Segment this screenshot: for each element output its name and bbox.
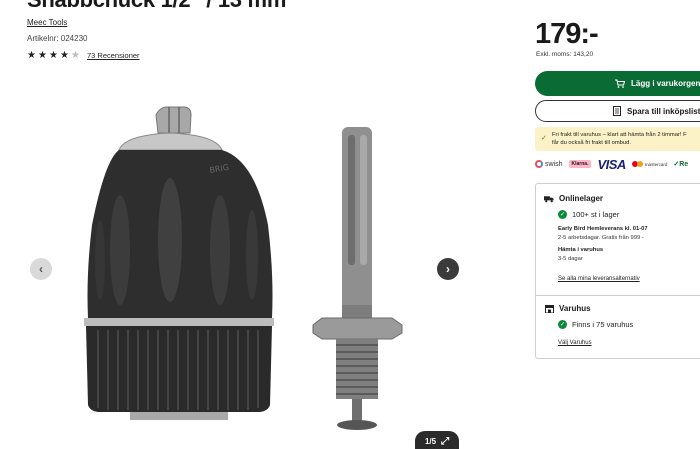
delivery-detail: 2-5 arbetsdagar. Gratis från 999 - (558, 235, 644, 241)
free-shipping-notice: ✓ Fri frakt till varuhus – klart att häm… (535, 127, 700, 151)
visa-logo: VISA (597, 156, 626, 172)
star-icon: ★ (27, 50, 36, 61)
check-icon: ✓ (558, 320, 567, 329)
product-title: Snabbchuck 1/2" / 13 mm (27, 0, 286, 13)
save-to-list-label: Spara till inköpslistan (627, 106, 700, 116)
gallery-counter-text: 1/5 (424, 436, 437, 446)
expand-icon: ⤢ (441, 435, 450, 447)
star-icon: ★ (60, 50, 69, 61)
mastercard-logo: mastercard (631, 161, 667, 167)
gallery-counter[interactable]: 1/5 ⤢ (415, 431, 459, 449)
payment-methods: swish Klarna. VISA mastercard ✓Re (535, 156, 689, 172)
brand-link[interactable]: Meec Tools (27, 18, 67, 27)
delivery-options-link[interactable]: Se alla mina leveransalternativ (558, 276, 640, 282)
star-half-icon: ★ (71, 50, 80, 61)
store-stock-status: ✓ Finns i 75 varuhus (558, 320, 634, 329)
pickup-detail: 3-5 dagar (558, 256, 583, 262)
availability-box: Onlinelager ✓ 100+ st i lager Early Bird… (535, 183, 700, 359)
gallery-next-button[interactable]: › (437, 258, 459, 280)
gallery-prev-button[interactable]: ‹ (30, 258, 52, 280)
delivery-title: Early Bird Hemleverans kl. 01-07 (558, 226, 648, 232)
choose-store-link[interactable]: Välj Varuhus (558, 340, 592, 346)
add-to-cart-label: Lägg i varukorgen (631, 79, 700, 88)
add-to-cart-button[interactable]: Lägg i varukorgen (535, 71, 700, 96)
klarna-logo: Klarna. (568, 160, 592, 168)
check-icon: ✓ (558, 210, 567, 219)
chevron-right-icon: › (446, 262, 450, 276)
truck-icon (544, 195, 554, 203)
chevron-left-icon: ‹ (39, 262, 43, 276)
online-stock-heading: Onlinelager (544, 194, 603, 203)
online-stock-status: ✓ 100+ st i lager (558, 210, 620, 219)
stores-heading: Varuhus (544, 304, 591, 313)
cart-icon (615, 79, 625, 88)
price-ex-vat: Exkl. moms: 143,20 (536, 51, 594, 58)
resurs-logo: ✓Re (673, 161, 689, 168)
pickup-title: Hämta i varuhus (558, 247, 604, 253)
star-icon: ★ (38, 50, 47, 61)
notice-line-2: får du också fri frakt till ombud. (552, 140, 631, 146)
check-icon: ✓ (541, 135, 547, 142)
reviews-link[interactable]: 73 Recensioner (87, 51, 140, 60)
price: 179:- (535, 18, 599, 50)
image-gallery: BRIG ‹ › 1/5 ⤢ (20, 75, 520, 449)
divider (536, 295, 700, 296)
notice-line-1: Fri frakt till varuhus – klart att hämta… (552, 132, 687, 138)
rating[interactable]: ★ ★ ★ ★ ★ 73 Recensioner (27, 50, 140, 61)
store-icon (544, 304, 554, 313)
list-icon (613, 106, 621, 116)
swish-logo: swish (535, 160, 563, 168)
article-number: Artikelnr: 024230 (27, 34, 88, 43)
save-to-list-button[interactable]: Spara till inköpslistan (535, 100, 700, 122)
star-icon: ★ (49, 50, 58, 61)
